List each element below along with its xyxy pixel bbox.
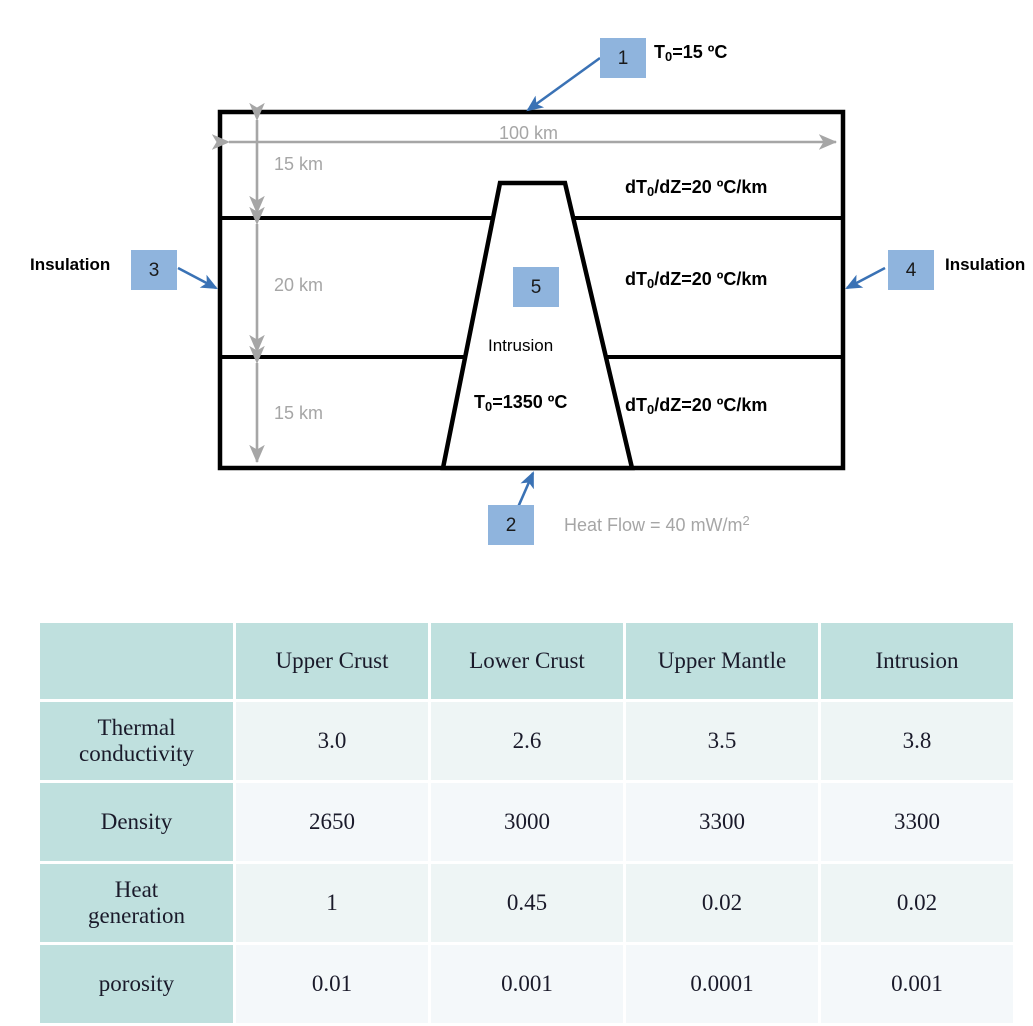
- intrusion-name-label: Intrusion: [488, 336, 554, 355]
- table-header-row: Upper Crust Lower Crust Upper Mantle Int…: [40, 623, 1013, 699]
- table-row: Density 2650 3000 3300 3300: [40, 783, 1013, 861]
- cell-value: 3300: [626, 783, 818, 861]
- gradient-label-upper-crust: dT0/dZ=20 ºC/km: [625, 177, 768, 200]
- gradient-label-upper-mantle: dT0/dZ=20 ºC/km: [625, 395, 768, 418]
- cell-value: 3.5: [626, 702, 818, 780]
- cell-value: 3000: [431, 783, 623, 861]
- callout-box-4[interactable]: 4: [888, 250, 934, 290]
- dimension-label-layer1: 15 km: [274, 154, 324, 174]
- cell-value: 1: [236, 864, 428, 942]
- callout-box-5[interactable]: 5: [513, 267, 559, 307]
- dimension-label-width: 100 km: [499, 123, 559, 143]
- cell-value: 3300: [821, 783, 1013, 861]
- left-insulation-label: Insulation: [30, 255, 111, 274]
- table-header-upper-mantle: Upper Mantle: [626, 623, 818, 699]
- table-corner-cell: [40, 623, 233, 699]
- cell-value: 0.02: [626, 864, 818, 942]
- top-boundary-condition-label: T0=15 ºC: [654, 42, 728, 65]
- row-label-heat-generation: Heat generation: [40, 864, 233, 942]
- row-label-line-1: Thermal: [97, 715, 176, 740]
- callout-box-1[interactable]: 1: [600, 38, 646, 78]
- callout-box-2[interactable]: 2: [488, 505, 534, 545]
- table-row: Heat generation 1 0.45 0.02 0.02: [40, 864, 1013, 942]
- right-insulation-label: Insulation: [945, 255, 1026, 274]
- cell-value: 0.02: [821, 864, 1013, 942]
- intrusion-temperature-label: T0=1350 ºC: [474, 392, 568, 415]
- cell-value: 0.01: [236, 945, 428, 1023]
- row-label-porosity: porosity: [40, 945, 233, 1023]
- cell-value: 3.8: [821, 702, 1013, 780]
- leader-arrow-3: [177, 266, 218, 290]
- callout-box-3[interactable]: 3: [131, 250, 177, 290]
- table-row: Thermal conductivity 3.0 2.6 3.5 3.8: [40, 702, 1013, 780]
- cell-value: 3.0: [236, 702, 428, 780]
- table-header-upper-crust: Upper Crust: [236, 623, 428, 699]
- dimension-label-layer3: 15 km: [274, 403, 324, 423]
- cell-value: 0.001: [431, 945, 623, 1023]
- material-properties-table: Upper Crust Lower Crust Upper Mantle Int…: [37, 620, 1016, 1026]
- cell-value: 0.001: [821, 945, 1013, 1023]
- row-label-density: Density: [40, 783, 233, 861]
- bottom-heat-flow-label: Heat Flow = 40 mW/m2: [564, 513, 750, 535]
- gradient-label-lower-crust: dT0/dZ=20 ºC/km: [625, 269, 768, 292]
- row-label-thermal-conductivity: Thermal conductivity: [40, 702, 233, 780]
- leader-arrow-1: [526, 56, 601, 112]
- row-label-line-1: Heat: [114, 877, 159, 902]
- geological-model-diagram: 1 2 3 4 5 T0=15 ºC Heat Flow = 40 mW/m2 …: [0, 0, 1033, 590]
- cell-value: 0.0001: [626, 945, 818, 1023]
- table-row: porosity 0.01 0.001 0.0001 0.001: [40, 945, 1013, 1023]
- row-label-line-2: conductivity: [79, 741, 194, 766]
- row-label-line-2: generation: [87, 903, 186, 928]
- dimension-label-layer2: 20 km: [274, 275, 324, 295]
- leader-arrow-4: [845, 266, 886, 290]
- cell-value: 0.45: [431, 864, 623, 942]
- table-header-intrusion: Intrusion: [821, 623, 1013, 699]
- cell-value: 2.6: [431, 702, 623, 780]
- cell-value: 2650: [236, 783, 428, 861]
- table-header-lower-crust: Lower Crust: [431, 623, 623, 699]
